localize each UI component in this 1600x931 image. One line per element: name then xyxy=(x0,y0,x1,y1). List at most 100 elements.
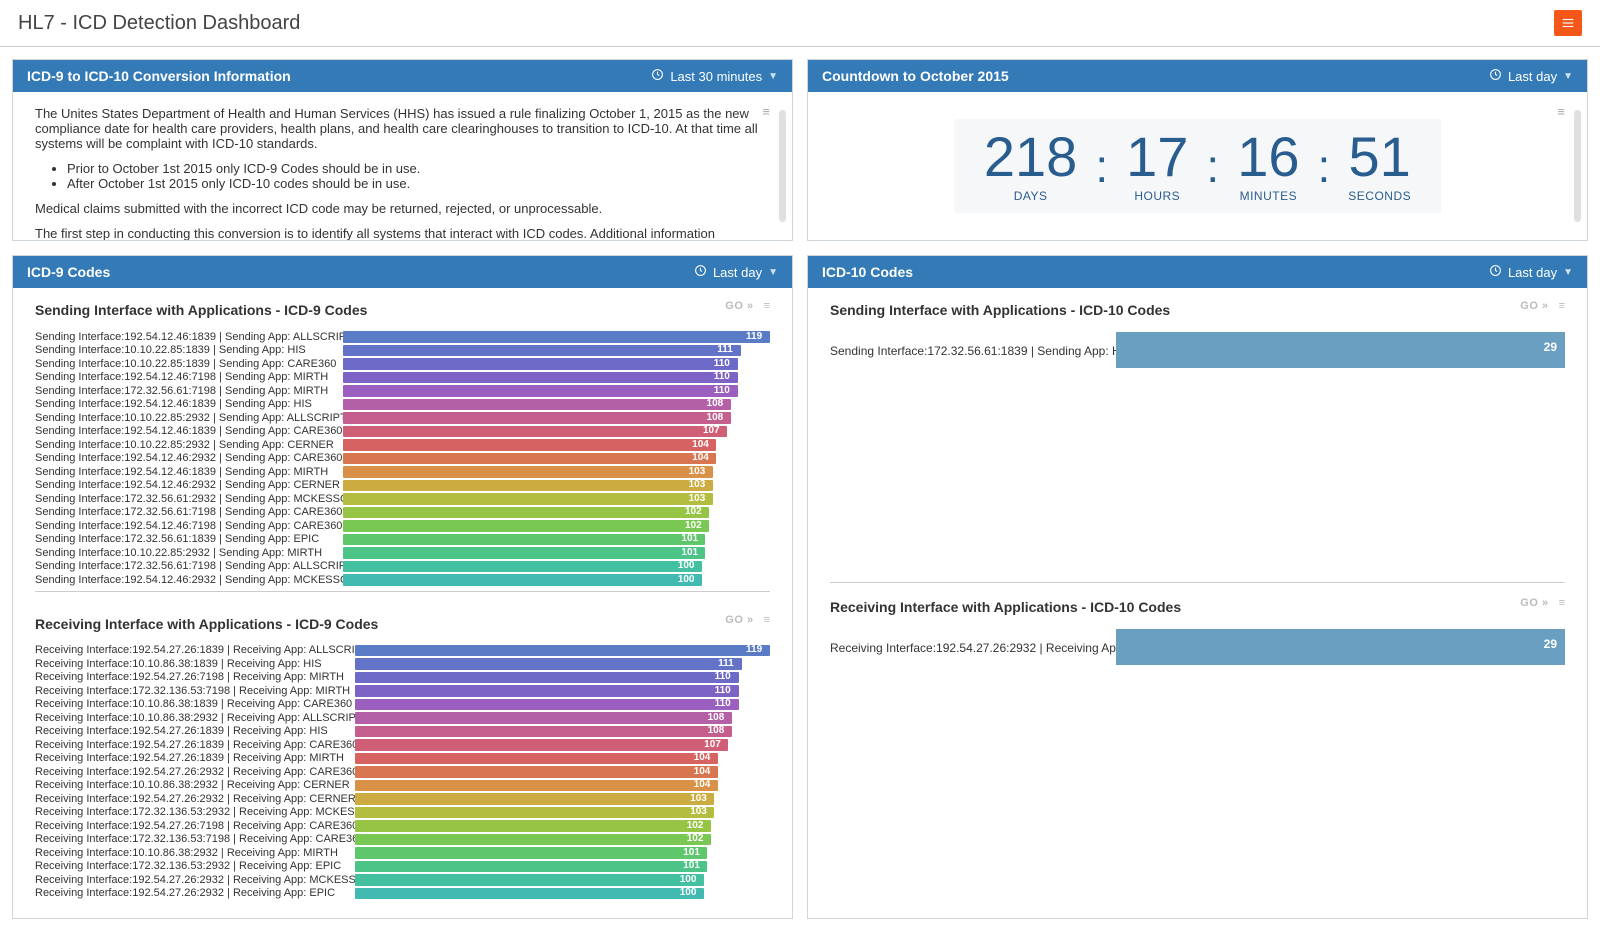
panel-menu-button[interactable]: ≡ xyxy=(1557,104,1565,119)
time-range-picker[interactable]: Last 30 minutes ▼ xyxy=(651,68,778,84)
icd9-receiving-chart: Receiving Interface:192.54.27.26:1839 | … xyxy=(35,644,770,901)
bar-value: 107 xyxy=(703,425,720,436)
bar-value: 119 xyxy=(746,331,762,342)
bar-label: Receiving Interface:192.54.27.26:1839 | … xyxy=(35,739,358,751)
bar xyxy=(343,480,713,492)
go-link[interactable]: GO » xyxy=(725,614,753,626)
section-menu-button[interactable]: ≡ xyxy=(1559,597,1565,609)
bar xyxy=(355,658,742,670)
info-para: The first step in conducting this conver… xyxy=(35,226,770,240)
bar-label: Sending Interface:192.54.12.46:1839 | Se… xyxy=(35,331,360,343)
bar-value: 108 xyxy=(708,725,725,736)
panel-header: ICD-9 to ICD-10 Conversion Information L… xyxy=(13,60,792,92)
icd9-receiving-section: GO »≡ Receiving Interface with Applicati… xyxy=(35,616,770,901)
bar-label: Sending Interface:192.54.12.46:1839 | Se… xyxy=(35,398,312,410)
bar xyxy=(343,574,702,586)
bar-value: 29 xyxy=(1544,340,1557,354)
bar xyxy=(355,807,714,819)
bar-label: Receiving Interface:192.54.27.26:2932 | … xyxy=(35,766,358,778)
bar xyxy=(355,834,711,846)
bar xyxy=(343,426,727,438)
bar-value: 103 xyxy=(690,806,707,817)
main-menu-button[interactable] xyxy=(1554,10,1582,36)
go-link[interactable]: GO » xyxy=(725,300,753,312)
bar-label: Receiving Interface:192.54.27.26:1839 | … xyxy=(35,644,376,656)
bar-label: Receiving Interface:192.54.27.26:7198 | … xyxy=(35,820,358,832)
time-range-label: Last 30 minutes xyxy=(670,69,762,84)
bar-value: 102 xyxy=(685,520,702,531)
colon: : xyxy=(1206,139,1219,193)
panel-title: ICD-9 Codes xyxy=(27,264,110,280)
bar xyxy=(343,466,713,478)
bar-label: Sending Interface:172.32.56.61:1839 | Se… xyxy=(830,344,1132,358)
panel-menu-button[interactable]: ≡ xyxy=(762,104,770,119)
time-range-label: Last day xyxy=(713,265,762,280)
go-link[interactable]: GO » xyxy=(1520,597,1548,609)
bar xyxy=(355,739,728,751)
section-menu-button[interactable]: ≡ xyxy=(764,300,770,312)
bar-value: 111 xyxy=(717,344,733,355)
icd9-sending-chart: Sending Interface:192.54.12.46:1839 | Se… xyxy=(35,330,770,587)
bar xyxy=(355,861,707,873)
bar xyxy=(355,766,718,778)
bar-value: 111 xyxy=(718,658,734,669)
hamburger-icon xyxy=(1561,16,1575,30)
icd10-receiving-chart: Receiving Interface:192.54.27.26:2932 | … xyxy=(830,627,1565,667)
bar-value: 110 xyxy=(715,698,731,709)
bar-value: 110 xyxy=(715,671,731,682)
info-bullets: Prior to October 1st 2015 only ICD-9 Cod… xyxy=(67,161,770,191)
bar xyxy=(1116,629,1565,665)
bar-label: Receiving Interface:192.54.27.26:1839 | … xyxy=(35,752,344,764)
bar-label: Sending Interface:172.32.56.61:7198 | Se… xyxy=(35,560,360,572)
bar-value: 108 xyxy=(707,412,724,423)
icd9-sending-section: GO » ≡ Sending Interface with Application… xyxy=(35,302,770,592)
bar xyxy=(343,453,716,465)
bar-label: Sending Interface:192.54.12.46:1839 | Se… xyxy=(35,425,342,437)
bar-label: Receiving Interface:192.54.27.26:7198 | … xyxy=(35,671,344,683)
bar xyxy=(355,847,707,859)
time-range-picker[interactable]: Last day ▼ xyxy=(694,264,778,280)
panel-body: ≡ The Unites States Department of Health… xyxy=(13,92,792,240)
bar-label: Sending Interface:192.54.12.46:2932 | Se… xyxy=(35,452,342,464)
bar-label: Sending Interface:192.54.12.46:2932 | Se… xyxy=(35,574,356,586)
time-range-picker[interactable]: Last day ▼ xyxy=(1489,264,1573,280)
section-menu-button[interactable]: ≡ xyxy=(1559,300,1565,312)
bar xyxy=(343,507,709,519)
caret-down-icon: ▼ xyxy=(1563,267,1573,278)
bar-label: Sending Interface:172.32.56.61:1839 | Se… xyxy=(35,533,319,545)
panel-icd9: ICD-9 Codes Last day ▼ GO » ≡ Sending Int… xyxy=(12,255,793,919)
bar-value: 29 xyxy=(1544,637,1557,651)
bar-value: 102 xyxy=(687,833,704,844)
countdown-days: 218DAYS xyxy=(984,129,1077,203)
bar xyxy=(355,712,732,724)
bar-label: Receiving Interface:192.54.27.26:1839 | … xyxy=(35,725,328,737)
section-menu-button[interactable]: ≡ xyxy=(764,614,770,626)
caret-down-icon: ▼ xyxy=(768,267,778,278)
time-range-picker[interactable]: Last day ▼ xyxy=(1489,68,1573,84)
info-bullet: After October 1st 2015 only ICD-10 codes… xyxy=(67,176,770,191)
section-title: Sending Interface with Applications - IC… xyxy=(35,302,770,318)
bar xyxy=(355,645,770,657)
panel-body: GO » ≡ Sending Interface with Application… xyxy=(13,288,792,918)
countdown: 218DAYS : 17HOURS : 16MINUTES : 51SECOND… xyxy=(954,119,1441,213)
panel-title: ICD-10 Codes xyxy=(822,264,913,280)
bar-label: Sending Interface:10.10.22.85:1839 | Sen… xyxy=(35,358,336,370)
bar-label: Receiving Interface:192.54.27.26:2932 | … xyxy=(35,793,356,805)
bar xyxy=(355,874,704,886)
bar xyxy=(355,888,704,900)
bar xyxy=(1116,332,1565,368)
panel-countdown: Countdown to October 2015 Last day ▼ ≡ 2… xyxy=(807,59,1588,241)
bar-value: 108 xyxy=(707,398,724,409)
bar-value: 100 xyxy=(680,887,697,898)
bar-value: 110 xyxy=(714,371,730,382)
clock-icon xyxy=(651,68,664,84)
bar xyxy=(343,561,702,573)
bar-value: 100 xyxy=(680,874,697,885)
bar-value: 110 xyxy=(714,358,730,369)
bar xyxy=(343,331,770,343)
bar-value: 101 xyxy=(681,547,698,558)
go-link[interactable]: GO » xyxy=(1520,300,1548,312)
bar xyxy=(343,547,705,559)
bar xyxy=(355,726,732,738)
bar-label: Sending Interface:172.32.56.61:7198 | Se… xyxy=(35,385,328,397)
